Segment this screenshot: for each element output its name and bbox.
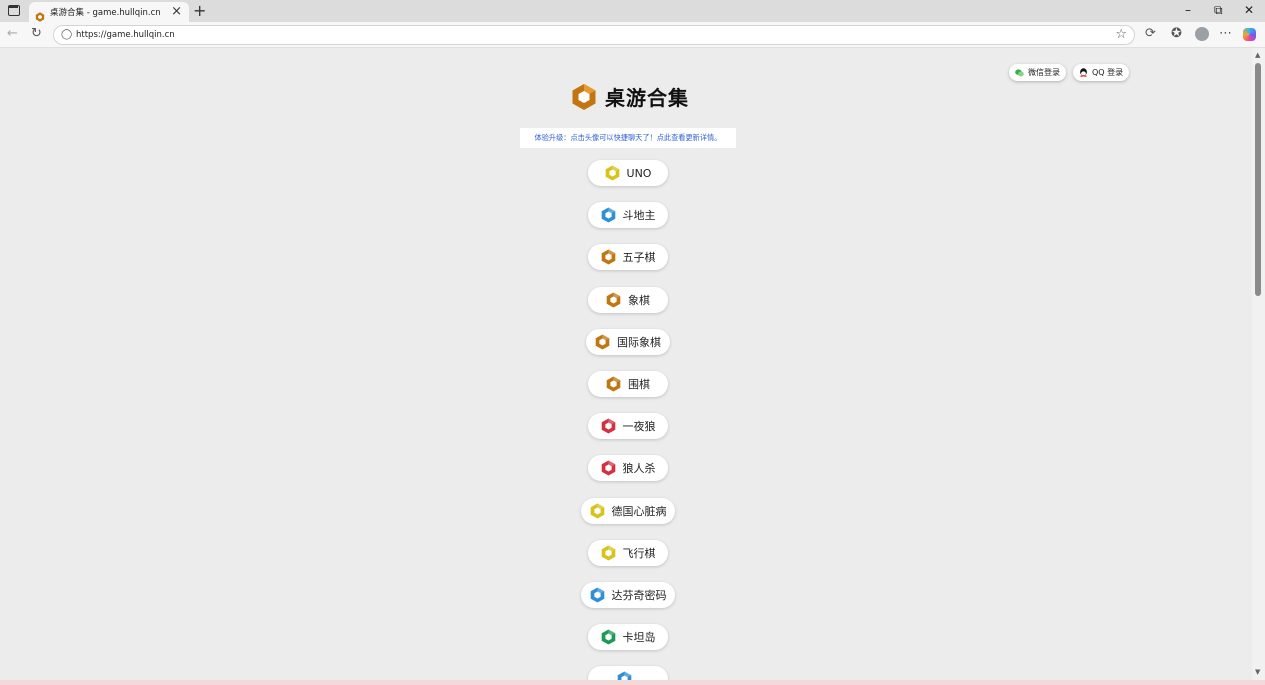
game-button-go[interactable]: 围棋 — [588, 371, 668, 397]
hexagon-icon — [601, 418, 615, 434]
hexagon-icon — [601, 545, 615, 561]
game-button-next-game[interactable] — [588, 666, 668, 680]
game-button-chess[interactable]: 国际象棋 — [586, 328, 670, 355]
copilot-icon[interactable] — [1243, 28, 1256, 41]
wechat-login-button[interactable]: 微信登录 — [1009, 64, 1066, 81]
game-label: 飞行棋 — [622, 546, 656, 560]
qq-icon — [1080, 67, 1087, 77]
hexagon-logo-icon — [572, 83, 596, 110]
game-button-xiangqi[interactable]: 象棋 — [588, 286, 668, 313]
page-viewport: 微信登录 QQ 登录 桌游合集 体验升级：点击头像可以快捷聊天了！点此查看更新详… — [0, 48, 1252, 680]
profile-icon[interactable] — [1195, 27, 1209, 41]
game-label: 狼人杀 — [622, 462, 656, 476]
game-label: 达芬奇密码 — [611, 589, 667, 602]
qq-login-button[interactable]: QQ 登录 — [1073, 64, 1130, 81]
game-button-ludo[interactable]: 飞行棋 — [588, 539, 668, 566]
hexagon-icon — [595, 334, 610, 350]
game-button-halli-galli[interactable]: 德国心脏病 — [581, 497, 675, 524]
new-tab-button[interactable]: + — [193, 1, 206, 20]
game-label: 象棋 — [628, 293, 650, 307]
game-label: 德国心脏病 — [611, 504, 667, 518]
address-bar[interactable]: ◯ https://game.hullqin.cn ☆ — [53, 25, 1135, 45]
browser-tab[interactable]: 桌游合集 - game.hullqin.cn × — [29, 2, 189, 22]
minimize-icon[interactable]: – — [1185, 3, 1191, 17]
hexagon-icon — [601, 629, 615, 645]
tab-strip: 桌游合集 - game.hullqin.cn × + – ⧉ ✕ — [0, 0, 1265, 22]
sidebar-icon[interactable] — [8, 5, 20, 16]
lock-icon[interactable]: ◯ — [61, 29, 72, 40]
game-label: UNO — [626, 166, 652, 180]
game-button-werewolf[interactable]: 狼人杀 — [588, 455, 668, 482]
game-label: 卡坦岛 — [622, 631, 656, 645]
bottom-strip — [0, 680, 1265, 685]
hexagon-icon — [606, 376, 621, 392]
game-button-onenight-werewolf[interactable]: 一夜狼 — [588, 413, 668, 440]
back-icon[interactable]: ← — [7, 26, 18, 41]
update-notice[interactable]: 体验升级：点击头像可以快捷聊天了！点此查看更新详情。 — [520, 128, 736, 148]
hexagon-icon — [606, 292, 621, 308]
hexagon-icon — [590, 503, 604, 519]
browser-toolbar: ← ↻ ◯ https://game.hullqin.cn ☆ ⟳ ✪ ⋯ — [0, 22, 1265, 48]
scrollbar[interactable]: ▲ ▼ — [1252, 48, 1265, 680]
tab-title: 桌游合集 - game.hullqin.cn — [50, 8, 161, 18]
game-button-davinci-code[interactable]: 达芬奇密码 — [581, 582, 675, 608]
hexagon-icon — [601, 249, 615, 265]
hexagon-icon — [601, 460, 615, 476]
page-title: 桌游合集 — [605, 86, 689, 110]
scroll-down-icon[interactable]: ▼ — [1255, 668, 1260, 676]
url-text[interactable]: https://game.hullqin.cn — [76, 30, 175, 40]
star-icon[interactable]: ☆ — [1115, 27, 1127, 42]
restore-icon[interactable]: ⧉ — [1214, 3, 1223, 18]
game-label: 一夜狼 — [622, 420, 656, 434]
game-label: 五子棋 — [622, 251, 656, 265]
game-label: 斗地主 — [622, 209, 656, 223]
more-icon[interactable]: ⋯ — [1219, 26, 1232, 41]
game-label: 围棋 — [628, 378, 650, 391]
qq-login-label: QQ 登录 — [1092, 68, 1124, 77]
tab-close-icon[interactable]: × — [171, 4, 182, 19]
hexagon-icon — [617, 671, 632, 680]
game-button-uno[interactable]: UNO — [588, 160, 668, 186]
refresh-icon[interactable]: ↻ — [31, 26, 42, 41]
game-button-doudizhu[interactable]: 斗地主 — [588, 202, 668, 229]
game-button-catan[interactable]: 卡坦岛 — [588, 624, 668, 651]
game-label: 国际象棋 — [617, 335, 661, 349]
window-close-icon[interactable]: ✕ — [1244, 3, 1254, 17]
wechat-login-label: 微信登录 — [1028, 68, 1060, 77]
scrollbar-thumb[interactable] — [1255, 63, 1261, 296]
extensions-icon[interactable]: ⟳ — [1145, 26, 1156, 41]
favorites-icon[interactable]: ✪ — [1171, 26, 1182, 41]
site-title: 桌游合集 — [571, 82, 689, 111]
hexagon-icon — [605, 165, 619, 181]
wechat-icon — [1015, 68, 1024, 76]
hexagon-icon — [601, 207, 615, 223]
scroll-up-icon[interactable]: ▲ — [1255, 51, 1260, 59]
hexagon-icon — [590, 587, 604, 603]
game-button-gomoku[interactable]: 五子棋 — [588, 244, 668, 271]
